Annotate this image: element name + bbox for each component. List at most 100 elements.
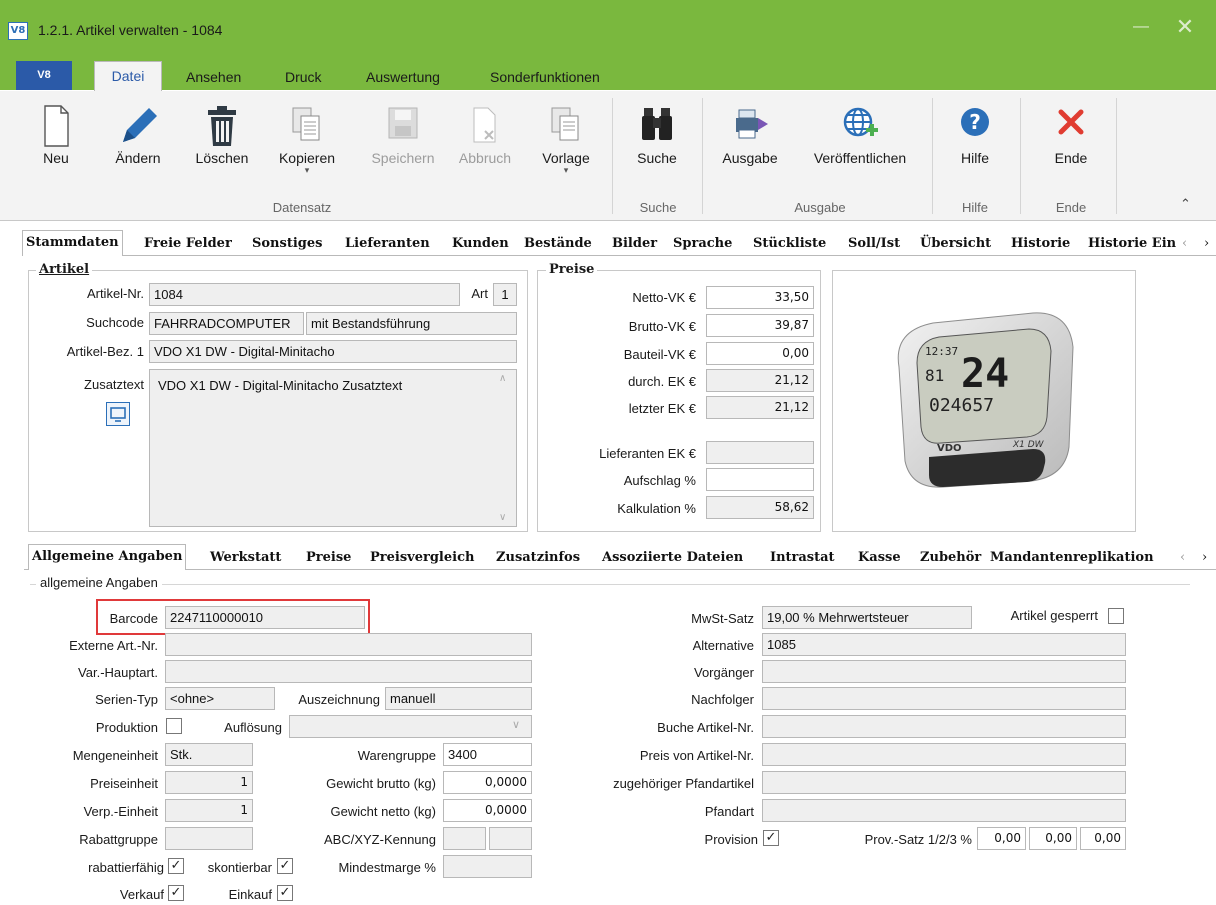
abbruch-button[interactable]: Abbruch <box>450 98 520 166</box>
vorgaenger-field[interactable] <box>762 660 1126 683</box>
artikel-gesperrt-checkbox[interactable] <box>1108 608 1124 624</box>
menu-datei[interactable]: Datei <box>94 61 162 92</box>
tab-zusatzinfos[interactable]: Zusatzinfos <box>496 546 580 570</box>
tab-kasse[interactable]: Kasse <box>858 546 901 570</box>
tab-zubehoer[interactable]: Zubehör <box>920 546 981 570</box>
hilfe-button[interactable]: ? Hilfe <box>950 98 1000 166</box>
app-icon[interactable]: V8 <box>8 22 28 40</box>
tab-bestaende[interactable]: Bestände <box>524 232 592 256</box>
prov-satz-3-field[interactable]: 0,00 <box>1080 827 1126 850</box>
tab-historie-ein[interactable]: Historie Ein <box>1088 232 1180 256</box>
abc-field[interactable] <box>443 827 486 850</box>
bestandsfuehrung-field[interactable]: mit Bestandsführung <box>306 312 517 335</box>
tab-allgemeine-angaben[interactable]: Allgemeine Angaben <box>28 544 187 570</box>
tab-scroll-left-icon[interactable]: ‹ <box>1180 546 1185 570</box>
zusatztext-field[interactable]: VDO X1 DW - Digital-Minitacho Zusatztext <box>149 369 517 527</box>
ausgabe-button[interactable]: Ausgabe <box>712 98 788 166</box>
tab-kunden[interactable]: Kunden <box>452 232 509 256</box>
nachfolger-field[interactable] <box>762 687 1126 710</box>
var-hauptart-field[interactable] <box>165 660 532 683</box>
tab-assoziierte-dateien[interactable]: Assoziierte Dateien <box>602 546 743 570</box>
tab-historie[interactable]: Historie <box>1011 232 1070 256</box>
speichern-button[interactable]: Speichern <box>366 98 440 166</box>
tab-preisvergleich[interactable]: Preisvergleich <box>370 546 474 570</box>
verp-einheit-field[interactable]: 1 <box>165 799 253 822</box>
aendern-button[interactable]: Ändern <box>108 98 168 166</box>
scroll-up-icon[interactable]: ∧ <box>499 373 506 384</box>
menu-sonderfunktionen[interactable]: Sonderfunktionen <box>490 66 600 88</box>
gewicht-netto-field[interactable]: 0,0000 <box>443 799 532 822</box>
netto-vk-field[interactable]: 33,50 <box>706 286 814 309</box>
neu-button[interactable]: Neu <box>36 98 76 166</box>
brutto-vk-field[interactable]: 39,87 <box>706 314 814 337</box>
buche-artikelnr-field[interactable] <box>762 715 1126 738</box>
mengeneinheit-field[interactable]: Stk. <box>165 743 253 766</box>
kalkulation-field[interactable]: 58,62 <box>706 496 814 519</box>
tab-intrastat[interactable]: Intrastat <box>770 546 835 570</box>
tab-sonstiges[interactable]: Sonstiges <box>252 232 322 256</box>
ende-button[interactable]: Ende <box>1046 98 1096 166</box>
vorlage-button[interactable]: Vorlage ▾ <box>534 98 598 175</box>
gewicht-brutto-field[interactable]: 0,0000 <box>443 771 532 794</box>
artikel-bez-field[interactable]: VDO X1 DW - Digital-Minitacho <box>149 340 517 363</box>
rabattgruppe-field[interactable] <box>165 827 253 850</box>
lieferanten-ek-field[interactable] <box>706 441 814 464</box>
scroll-down-icon[interactable]: ∨ <box>499 512 506 523</box>
barcode-field[interactable]: 2247110000010 <box>165 606 365 629</box>
veroeffentlichen-button[interactable]: Veröffentlichen <box>798 98 922 166</box>
alternative-field[interactable]: 1085 <box>762 633 1126 656</box>
menu-druck[interactable]: Druck <box>285 66 322 88</box>
serien-typ-field[interactable]: <ohne> <box>165 687 275 710</box>
zusatztext-editor-button[interactable] <box>106 402 130 426</box>
artikel-nr-field[interactable]: 1084 <box>149 283 460 306</box>
xyz-field[interactable] <box>489 827 532 850</box>
tab-preise[interactable]: Preise <box>306 546 351 570</box>
kopieren-button[interactable]: Kopieren ▾ <box>272 98 342 175</box>
suchcode-field[interactable]: FAHRRADCOMPUTER <box>149 312 304 335</box>
aufschlag-field[interactable] <box>706 468 814 491</box>
loeschen-button[interactable]: Löschen <box>190 98 254 166</box>
pfandartikel-field[interactable] <box>762 771 1126 794</box>
pfandart-field[interactable] <box>762 799 1126 822</box>
art-field[interactable]: 1 <box>493 283 517 306</box>
collapse-ribbon-icon[interactable]: ⌃ <box>1180 196 1191 212</box>
tab-scroll-right-icon[interactable]: › <box>1204 232 1209 256</box>
tab-werkstatt[interactable]: Werkstatt <box>210 546 281 570</box>
close-window-button[interactable]: ✕ <box>1172 15 1198 41</box>
provision-checkbox[interactable]: ✓ <box>763 830 779 846</box>
durch-ek-field[interactable]: 21,12 <box>706 369 814 392</box>
auszeichnung-field[interactable]: manuell <box>385 687 532 710</box>
minimize-button[interactable]: — <box>1130 18 1152 40</box>
tab-bilder[interactable]: Bilder <box>612 232 657 256</box>
warengruppe-field[interactable]: 3400 <box>443 743 532 766</box>
tab-uebersicht[interactable]: Übersicht <box>920 232 991 256</box>
aufloesung-select[interactable] <box>289 715 532 738</box>
verkauf-checkbox[interactable]: ✓ <box>168 885 184 901</box>
tab-scroll-right-icon[interactable]: › <box>1202 546 1207 570</box>
tab-lieferanten[interactable]: Lieferanten <box>345 232 430 256</box>
tab-sprache[interactable]: Sprache <box>673 232 732 256</box>
prov-satz-1-field[interactable]: 0,00 <box>977 827 1026 850</box>
rabattfaehig-checkbox[interactable]: ✓ <box>168 858 184 874</box>
tab-scroll-left-icon[interactable]: ‹ <box>1182 232 1187 256</box>
mwst-satz-field[interactable]: 19,00 % Mehrwertsteuer <box>762 606 972 629</box>
menu-auswertung[interactable]: Auswertung <box>366 66 440 88</box>
mindestmarge-field[interactable] <box>443 855 532 878</box>
tab-soll-ist[interactable]: Soll/Ist <box>848 232 900 256</box>
tab-stammdaten[interactable]: Stammdaten <box>22 230 123 256</box>
skontierbar-checkbox[interactable]: ✓ <box>277 858 293 874</box>
app-menu-button[interactable]: V8 <box>16 61 72 90</box>
prov-satz-2-field[interactable]: 0,00 <box>1029 827 1077 850</box>
preis-von-artikelnr-field[interactable] <box>762 743 1126 766</box>
tab-mandantenreplikation[interactable]: Mandantenreplikation <box>990 546 1178 570</box>
einkauf-checkbox[interactable]: ✓ <box>277 885 293 901</box>
letzter-ek-field[interactable]: 21,12 <box>706 396 814 419</box>
bauteil-vk-field[interactable]: 0,00 <box>706 342 814 365</box>
preiseinheit-field[interactable]: 1 <box>165 771 253 794</box>
tab-stueckliste[interactable]: Stückliste <box>753 232 826 256</box>
externe-artnr-field[interactable] <box>165 633 532 656</box>
menu-ansehen[interactable]: Ansehen <box>186 66 241 88</box>
produktion-checkbox[interactable] <box>166 718 182 734</box>
suche-button[interactable]: Suche <box>630 98 684 166</box>
tab-freie-felder[interactable]: Freie Felder <box>144 232 232 256</box>
